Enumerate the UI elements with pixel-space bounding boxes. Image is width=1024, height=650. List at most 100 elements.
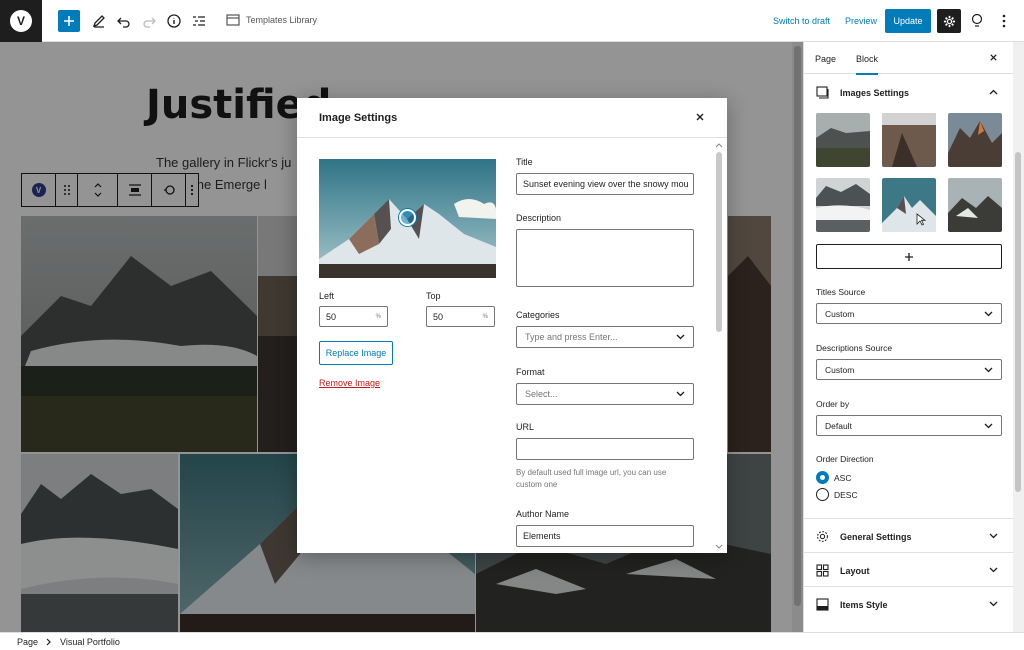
top-label: Top bbox=[426, 291, 441, 301]
close-icon bbox=[990, 54, 997, 61]
url-label: URL bbox=[516, 422, 535, 432]
undo-button[interactable] bbox=[113, 10, 135, 32]
modal-scrollbar-thumb[interactable] bbox=[716, 152, 722, 332]
close-modal-button[interactable] bbox=[695, 110, 705, 125]
templates-library-button[interactable]: Templates Library bbox=[226, 14, 317, 26]
redo-button[interactable] bbox=[138, 10, 160, 32]
add-block-button[interactable] bbox=[58, 10, 80, 32]
image-thumb-4[interactable] bbox=[816, 178, 870, 232]
templates-library-label: Templates Library bbox=[246, 15, 318, 25]
image-thumb-3[interactable] bbox=[948, 113, 1002, 167]
layout-panel[interactable]: Layout bbox=[804, 552, 1014, 586]
gear-icon bbox=[943, 15, 955, 27]
chevron-down-icon bbox=[989, 533, 998, 539]
settings-sidebar: Page Block Images Settings Titles Source… bbox=[803, 42, 1024, 632]
chevron-down-icon bbox=[676, 334, 685, 340]
chevron-down-icon bbox=[989, 601, 998, 607]
order-desc-radio[interactable] bbox=[816, 488, 829, 501]
thumb-photo-4 bbox=[816, 178, 870, 232]
sidebar-tabs: Page Block bbox=[804, 42, 1024, 75]
order-desc-label[interactable]: DESC bbox=[834, 490, 858, 500]
logo-letter: V bbox=[10, 10, 32, 32]
remove-image-link[interactable]: Remove Image bbox=[319, 378, 380, 388]
list-view-icon bbox=[193, 16, 205, 26]
image-thumb-6[interactable] bbox=[948, 178, 1002, 232]
chevron-down-icon bbox=[984, 367, 993, 372]
titles-source-label: Titles Source bbox=[816, 287, 866, 297]
plus-icon bbox=[905, 252, 913, 261]
scroll-down-icon[interactable] bbox=[714, 544, 724, 550]
more-vertical-icon bbox=[1002, 14, 1006, 28]
top-value: 50 bbox=[433, 311, 444, 322]
url-input[interactable] bbox=[516, 438, 694, 460]
general-settings-panel[interactable]: General Settings bbox=[804, 518, 1014, 552]
modal-body: Left 50 % Top 50 % Replace Image Remove … bbox=[297, 139, 727, 553]
switch-to-draft-button[interactable]: Switch to draft bbox=[773, 16, 830, 26]
chevron-down-icon bbox=[984, 311, 993, 316]
settings-button[interactable] bbox=[937, 9, 961, 33]
chevron-down-icon bbox=[676, 391, 685, 397]
descriptions-source-value: Custom bbox=[825, 364, 855, 375]
order-by-select[interactable]: Default bbox=[816, 415, 1002, 436]
thumb-photo-6 bbox=[948, 178, 1002, 232]
breadcrumb-page[interactable]: Page bbox=[17, 637, 38, 647]
descriptions-source-select[interactable]: Custom bbox=[816, 359, 1002, 380]
images-settings-title[interactable]: Images Settings bbox=[840, 88, 909, 98]
scroll-up-icon[interactable] bbox=[714, 142, 724, 148]
focal-point-handle[interactable] bbox=[399, 209, 416, 226]
order-asc-label[interactable]: ASC bbox=[834, 473, 851, 483]
format-select[interactable]: Select... bbox=[516, 383, 694, 405]
title-label: Title bbox=[516, 157, 533, 167]
preview-button[interactable]: Preview bbox=[845, 16, 877, 26]
chevron-right-icon bbox=[46, 638, 51, 645]
top-toolbar: V Templates Library Switch to draft Prev… bbox=[0, 0, 1024, 42]
details-button[interactable] bbox=[163, 10, 185, 32]
thumb-photo-3 bbox=[948, 113, 1002, 167]
left-value: 50 bbox=[326, 311, 337, 322]
tab-page[interactable]: Page bbox=[815, 54, 836, 64]
pencil-icon bbox=[92, 15, 105, 28]
close-sidebar-button[interactable] bbox=[989, 51, 998, 65]
options-button[interactable] bbox=[993, 10, 1015, 32]
url-help-text: By default used full image url, you can … bbox=[516, 468, 667, 489]
top-unit: % bbox=[482, 313, 488, 320]
focal-point-picker[interactable] bbox=[319, 159, 496, 278]
description-textarea[interactable] bbox=[516, 229, 694, 287]
tab-block[interactable]: Block bbox=[856, 54, 879, 75]
edit-tool-button[interactable] bbox=[88, 10, 110, 32]
image-thumb-1[interactable] bbox=[816, 113, 870, 167]
items-style-panel[interactable]: Items Style bbox=[804, 586, 1014, 620]
list-view-button[interactable] bbox=[188, 10, 210, 32]
titles-source-select[interactable]: Custom bbox=[816, 303, 1002, 324]
update-button[interactable]: Update bbox=[885, 9, 931, 33]
general-settings-title: General Settings bbox=[840, 532, 912, 542]
site-logo[interactable]: V bbox=[0, 0, 42, 42]
left-input[interactable]: 50 % bbox=[319, 306, 388, 327]
replace-image-button[interactable]: Replace Image bbox=[319, 341, 393, 365]
descriptions-source-label: Descriptions Source bbox=[816, 343, 893, 353]
chevron-up-icon[interactable] bbox=[989, 89, 998, 95]
modal-scrollbar[interactable] bbox=[714, 142, 724, 550]
plus-icon bbox=[64, 16, 74, 26]
add-image-button[interactable] bbox=[816, 244, 1002, 269]
sidebar-scrollbar-thumb[interactable] bbox=[1015, 152, 1021, 492]
breadcrumb-visual-portfolio[interactable]: Visual Portfolio bbox=[60, 637, 120, 647]
image-thumb-2[interactable] bbox=[882, 113, 936, 167]
titles-source-value: Custom bbox=[825, 308, 855, 319]
title-input[interactable]: Sunset evening view over the snowy mou bbox=[516, 173, 694, 195]
images-icon bbox=[816, 86, 829, 99]
top-input[interactable]: 50 % bbox=[426, 306, 495, 327]
order-asc-radio[interactable] bbox=[816, 471, 829, 484]
categories-select[interactable]: Type and press Enter... bbox=[516, 326, 694, 348]
items-style-title: Items Style bbox=[840, 600, 888, 610]
sidebar-scrollbar[interactable] bbox=[1013, 42, 1024, 632]
image-thumb-5[interactable] bbox=[880, 176, 938, 234]
modal-header: Image Settings bbox=[297, 98, 727, 138]
format-placeholder: Select... bbox=[525, 389, 558, 399]
author-label: Author Name bbox=[516, 509, 570, 519]
breadcrumb: Page Visual Portfolio bbox=[0, 632, 1024, 650]
items-style-icon bbox=[816, 598, 829, 611]
plugin-button[interactable] bbox=[966, 10, 988, 32]
author-input[interactable]: Elements bbox=[516, 525, 694, 547]
thumb-photo-5 bbox=[882, 178, 936, 232]
